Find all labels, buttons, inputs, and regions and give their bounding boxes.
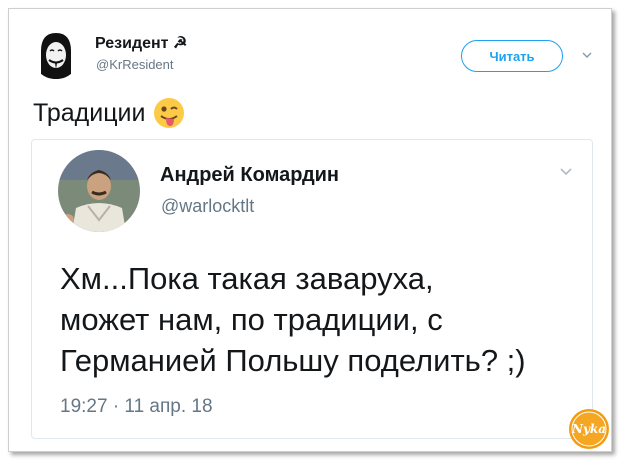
watermark-logo: Nyka	[569, 409, 609, 449]
quoted-text-line: Германией Польшу поделить? ;)	[60, 343, 526, 378]
chevron-down-icon[interactable]	[558, 164, 574, 180]
tweet-card: Резидент ☭ @KrResident Читать Традиции А…	[8, 8, 612, 452]
watermark-text: Nyka	[571, 422, 606, 436]
quoted-tweet[interactable]: Андрей Комардин @warlocktlt Хм...Пока та…	[31, 139, 593, 439]
chevron-down-icon[interactable]	[581, 49, 593, 61]
tweet-body: Традиции	[33, 97, 185, 129]
author-handle[interactable]: @KrResident	[96, 57, 174, 72]
tweet-text: Традиции	[33, 98, 146, 127]
author-name[interactable]: Резидент ☭	[95, 33, 187, 53]
quoted-timestamp[interactable]: 19:27 · 11 апр. 18	[60, 396, 213, 418]
follow-button[interactable]: Читать	[461, 40, 563, 72]
portrait-avatar-icon	[58, 150, 140, 232]
author-avatar[interactable]	[31, 29, 81, 79]
quoted-author-avatar[interactable]	[58, 150, 140, 232]
guy-fawkes-mask-icon	[31, 29, 81, 79]
quoted-author-handle[interactable]: @warlocktlt	[161, 196, 254, 217]
quoted-author-name[interactable]: Андрей Комардин	[160, 164, 339, 187]
quoted-tweet-text: Хм...Пока такая заваруха, может нам, по …	[60, 258, 580, 381]
quoted-text-line: может нам, по традиции, с	[60, 302, 443, 337]
quoted-text-line: Хм...Пока такая заваруха,	[60, 261, 434, 296]
winking-face-with-tongue-icon	[154, 98, 185, 128]
